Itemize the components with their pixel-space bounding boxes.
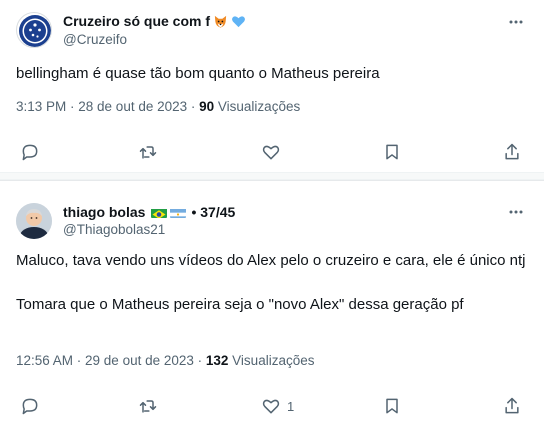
display-name[interactable]: thiago bolas [63,204,145,220]
tweet-meta: 3:13 PM · 28 de out de 2023 · 90 Visuali… [16,99,300,114]
bookmark-icon [386,398,398,414]
views-label: Visualizações [228,353,315,368]
share-button[interactable] [502,394,522,418]
more-options-button[interactable] [506,14,526,30]
retweet-icon [139,400,157,413]
more-icon [509,210,523,214]
reply-icon [22,144,38,161]
display-name[interactable]: Cruzeiro só que com f [63,13,210,29]
reply-button[interactable] [20,394,46,418]
more-options-button[interactable] [506,204,526,220]
share-icon [505,143,519,160]
bookmark-icon [386,144,398,160]
views-count: 90 [199,99,215,114]
bookmark-button[interactable] [382,394,402,418]
heart-icon [262,145,280,160]
user-avatar-icon [16,203,52,239]
like-button[interactable] [261,140,287,164]
retweet-button[interactable] [138,140,164,164]
retweet-icon [139,146,157,159]
share-button[interactable] [502,140,522,164]
like-count: 1 [287,398,295,414]
tweet-separator [0,172,544,180]
views-count: 132 [205,353,229,368]
views-label: Visualizações [214,99,301,114]
tweet-actions: 1 [0,394,544,418]
tweet-actions [0,140,544,164]
heart-icon [262,399,280,414]
like-button[interactable]: 1 [261,394,294,418]
more-icon [509,20,523,24]
tweet-timestamp[interactable]: 3:13 PM · 28 de out de 2023 · [16,99,199,114]
tweet-text: bellingham é quase tão bom quanto o Math… [16,65,380,82]
fox-face-icon [214,15,227,28]
reply-icon [22,398,38,415]
share-icon [505,397,519,414]
tweet-card[interactable]: thiago bolas • 37/45 @Thiagobolas21 Malu… [0,180,544,435]
author-name-line[interactable]: Cruzeiro só que com f [63,13,246,29]
tweet-meta: 12:56 AM · 29 de out de 2023 · 132 Visua… [16,353,314,368]
tweet-timestamp[interactable]: 12:56 AM · 29 de out de 2023 · [16,353,206,368]
avatar[interactable] [16,203,52,239]
author-handle[interactable]: @Cruzeifo [63,32,127,47]
author-name-line[interactable]: thiago bolas • 37/45 [63,204,235,220]
tweet-card[interactable]: Cruzeiro só que com f @Cruzeifo bellingh… [0,0,544,172]
name-suffix: • 37/45 [191,204,236,220]
tweet-text: Maluco, tava vendo uns vídeos do Alex pe… [16,252,526,313]
brazil-flag-icon [151,207,168,218]
blue-heart-icon [232,15,245,27]
cruzeiro-crest-icon [19,15,51,47]
author-handle[interactable]: @Thiagobolas21 [63,222,165,237]
reply-button[interactable] [20,140,46,164]
argentina-flag-icon [170,207,187,218]
avatar[interactable] [16,12,52,48]
retweet-button[interactable] [138,394,164,418]
bookmark-button[interactable] [382,140,402,164]
